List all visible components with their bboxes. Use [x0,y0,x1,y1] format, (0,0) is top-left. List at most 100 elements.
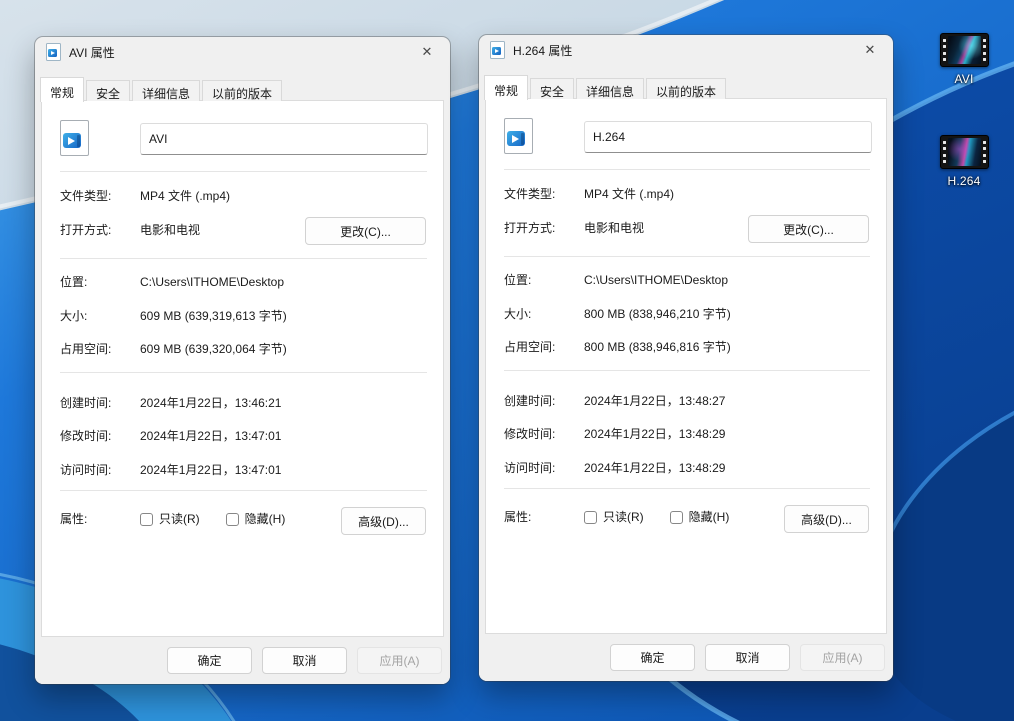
opens-with-value: 电影和电视 [140,222,200,238]
tab-bar: 常规 安全 详细信息 以前的版本 [484,74,728,99]
close-icon[interactable]: ✕ [404,37,450,67]
file-type-label: 文件类型: [504,186,584,202]
created-value: 2024年1月22日，13:48:27 [584,393,725,409]
properties-dialog: H.264 属性 ✕ 常规 安全 详细信息 以前的版本 文件类型: MP4 文件… [479,35,893,681]
created-label: 创建时间: [60,395,140,411]
dialog-titlebar[interactable]: AVI 属性 ✕ [35,37,450,67]
location-value: C:\Users\ITHOME\Desktop [584,272,728,288]
created-value: 2024年1月22日，13:46:21 [140,395,281,411]
properties-dialog: AVI 属性 ✕ 常规 安全 详细信息 以前的版本 文件类型: MP4 文件 (… [35,37,450,684]
file-type-value: MP4 文件 (.mp4) [584,186,674,202]
accessed-label: 访问时间: [504,460,584,476]
size-label: 大小: [504,306,584,322]
attributes-label: 属性: [60,511,140,527]
tab-details[interactable]: 详细信息 [576,78,644,99]
hidden-checkbox-label: 隐藏(H) [689,509,730,525]
size-row: 大小: 609 MB (639,319,613 字节) [60,308,427,324]
size-on-disk-label: 占用空间: [504,339,584,355]
tab-general[interactable]: 常规 [40,77,84,102]
desktop-icon-label: AVI [954,72,973,86]
cancel-button[interactable]: 取消 [705,644,790,671]
accessed-value: 2024年1月22日，13:47:01 [140,462,281,478]
general-tab-panel: 文件类型: MP4 文件 (.mp4) 打开方式: 电影和电视 更改(C)...… [41,100,444,637]
size-on-disk-row: 占用空间: 800 MB (838,946,816 字节) [504,339,870,355]
file-type-label: 文件类型: [60,188,140,204]
video-thumbnail-icon [940,33,989,67]
dialog-titlebar[interactable]: H.264 属性 ✕ [479,35,893,65]
size-label: 大小: [60,308,140,324]
video-frame [948,138,981,166]
opens-with-label: 打开方式: [60,222,140,238]
file-name-input[interactable] [140,123,428,155]
close-icon[interactable]: ✕ [847,35,893,65]
video-frame [948,36,981,64]
created-label: 创建时间: [504,393,584,409]
accessed-label: 访问时间: [60,462,140,478]
tab-previous-versions[interactable]: 以前的版本 [202,80,282,101]
size-value: 800 MB (838,946,210 字节) [584,306,731,322]
tab-security[interactable]: 安全 [530,78,574,99]
modified-value: 2024年1月22日，13:47:01 [140,428,281,444]
apply-button: 应用(A) [357,647,442,674]
checkbox-box [670,511,683,524]
hidden-checkbox[interactable]: 隐藏(H) [670,509,730,525]
hidden-checkbox-label: 隐藏(H) [245,511,286,527]
tab-previous-versions[interactable]: 以前的版本 [646,78,726,99]
dialog-title: H.264 属性 [513,42,572,59]
separator [60,372,427,373]
size-on-disk-row: 占用空间: 609 MB (639,320,064 字节) [60,341,427,357]
separator [504,256,870,257]
file-type-value: MP4 文件 (.mp4) [140,188,230,204]
modified-label: 修改时间: [504,426,584,442]
file-name-input[interactable] [584,121,872,153]
size-on-disk-value: 609 MB (639,320,064 字节) [140,341,287,357]
tab-details[interactable]: 详细信息 [132,80,200,101]
attributes-label: 属性: [504,509,584,525]
location-label: 位置: [60,274,140,290]
tab-general[interactable]: 常规 [484,75,528,100]
file-type-row: 文件类型: MP4 文件 (.mp4) [60,188,427,204]
desktop-icon-label: H.264 [947,174,980,188]
filmstrip-holes [981,34,988,66]
separator [504,488,870,489]
dialog-title: AVI 属性 [69,44,115,61]
created-row: 创建时间: 2024年1月22日，13:48:27 [504,393,870,409]
checkbox-box [140,513,153,526]
advanced-button[interactable]: 高级(D)... [784,505,869,533]
file-type-row: 文件类型: MP4 文件 (.mp4) [504,186,870,202]
tab-bar: 常规 安全 详细信息 以前的版本 [40,76,284,101]
location-row: 位置: C:\Users\ITHOME\Desktop [504,272,870,288]
hidden-checkbox[interactable]: 隐藏(H) [226,511,286,527]
readonly-checkbox-label: 只读(R) [159,511,200,527]
change-button[interactable]: 更改(C)... [748,215,869,243]
general-tab-panel: 文件类型: MP4 文件 (.mp4) 打开方式: 电影和电视 更改(C)...… [485,98,887,634]
location-row: 位置: C:\Users\ITHOME\Desktop [60,274,427,290]
desktop: AVI H.264 AVI 属性 ✕ 常规 安全 详细信息 以前的版本 [0,0,1014,721]
advanced-button[interactable]: 高级(D)... [341,507,426,535]
tab-security[interactable]: 安全 [86,80,130,101]
desktop-icon-h264[interactable]: H.264 [926,135,1002,188]
accessed-value: 2024年1月22日，13:48:29 [584,460,725,476]
opens-with-value: 电影和电视 [584,220,644,236]
accessed-row: 访问时间: 2024年1月22日，13:48:29 [504,460,870,476]
ok-button[interactable]: 确定 [610,644,695,671]
separator [504,370,870,371]
checkbox-box [226,513,239,526]
desktop-icon-avi[interactable]: AVI [926,33,1002,86]
dialog-footer: 确定 取消 应用(A) [35,637,450,684]
change-button[interactable]: 更改(C)... [305,217,426,245]
accessed-row: 访问时间: 2024年1月22日，13:47:01 [60,462,427,478]
video-file-icon [490,41,505,59]
readonly-checkbox[interactable]: 只读(R) [584,509,644,525]
cancel-button[interactable]: 取消 [262,647,347,674]
filmstrip-holes [941,136,948,168]
filmstrip-holes [981,136,988,168]
readonly-checkbox-label: 只读(R) [603,509,644,525]
separator [60,258,427,259]
size-value: 609 MB (639,319,613 字节) [140,308,287,324]
ok-button[interactable]: 确定 [167,647,252,674]
size-row: 大小: 800 MB (838,946,210 字节) [504,306,870,322]
readonly-checkbox[interactable]: 只读(R) [140,511,200,527]
mp4-file-icon [504,118,533,154]
modified-row: 修改时间: 2024年1月22日，13:48:29 [504,426,870,442]
